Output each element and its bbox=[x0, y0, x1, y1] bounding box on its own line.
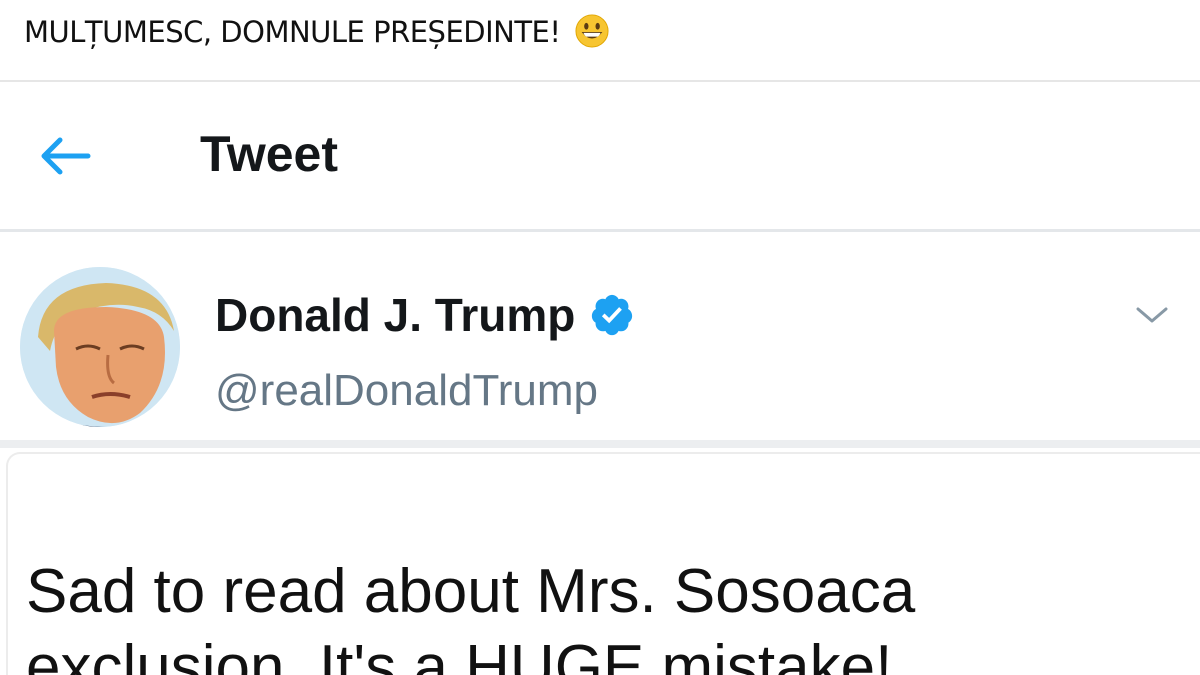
tweet-author-row: Donald J. Trump @realDonaldTrump bbox=[0, 235, 1200, 440]
caption-bar: MULȚUMESC, DOMNULE PREȘEDINTE! bbox=[0, 0, 1200, 82]
back-button[interactable] bbox=[30, 128, 100, 184]
avatar-image bbox=[20, 267, 180, 427]
tweet-text: Sad to read about Mrs. Sosoaca exclusion… bbox=[26, 557, 916, 675]
page-title: Tweet bbox=[200, 126, 338, 182]
caption-text: MULȚUMESC, DOMNULE PREȘEDINTE! bbox=[24, 15, 561, 49]
avatar[interactable] bbox=[20, 267, 180, 427]
tweet-card: Sad to read about Mrs. Sosoaca exclusion… bbox=[6, 452, 1200, 675]
verified-badge-icon bbox=[592, 294, 633, 336]
author-display-name[interactable]: Donald J. Trump bbox=[215, 287, 575, 343]
tweet-menu-button[interactable] bbox=[1124, 293, 1180, 337]
caption-text-line: MULȚUMESC, DOMNULE PREȘEDINTE! bbox=[24, 12, 609, 52]
grinning-face-emoji-icon bbox=[575, 14, 609, 48]
chevron-down-icon bbox=[1136, 307, 1168, 323]
app-header: Tweet bbox=[0, 84, 1200, 232]
divider bbox=[0, 440, 1200, 448]
author-handle[interactable]: @realDonaldTrump bbox=[215, 363, 598, 419]
arrow-left-icon bbox=[41, 137, 91, 175]
author-name-line: Donald J. Trump bbox=[215, 287, 635, 343]
